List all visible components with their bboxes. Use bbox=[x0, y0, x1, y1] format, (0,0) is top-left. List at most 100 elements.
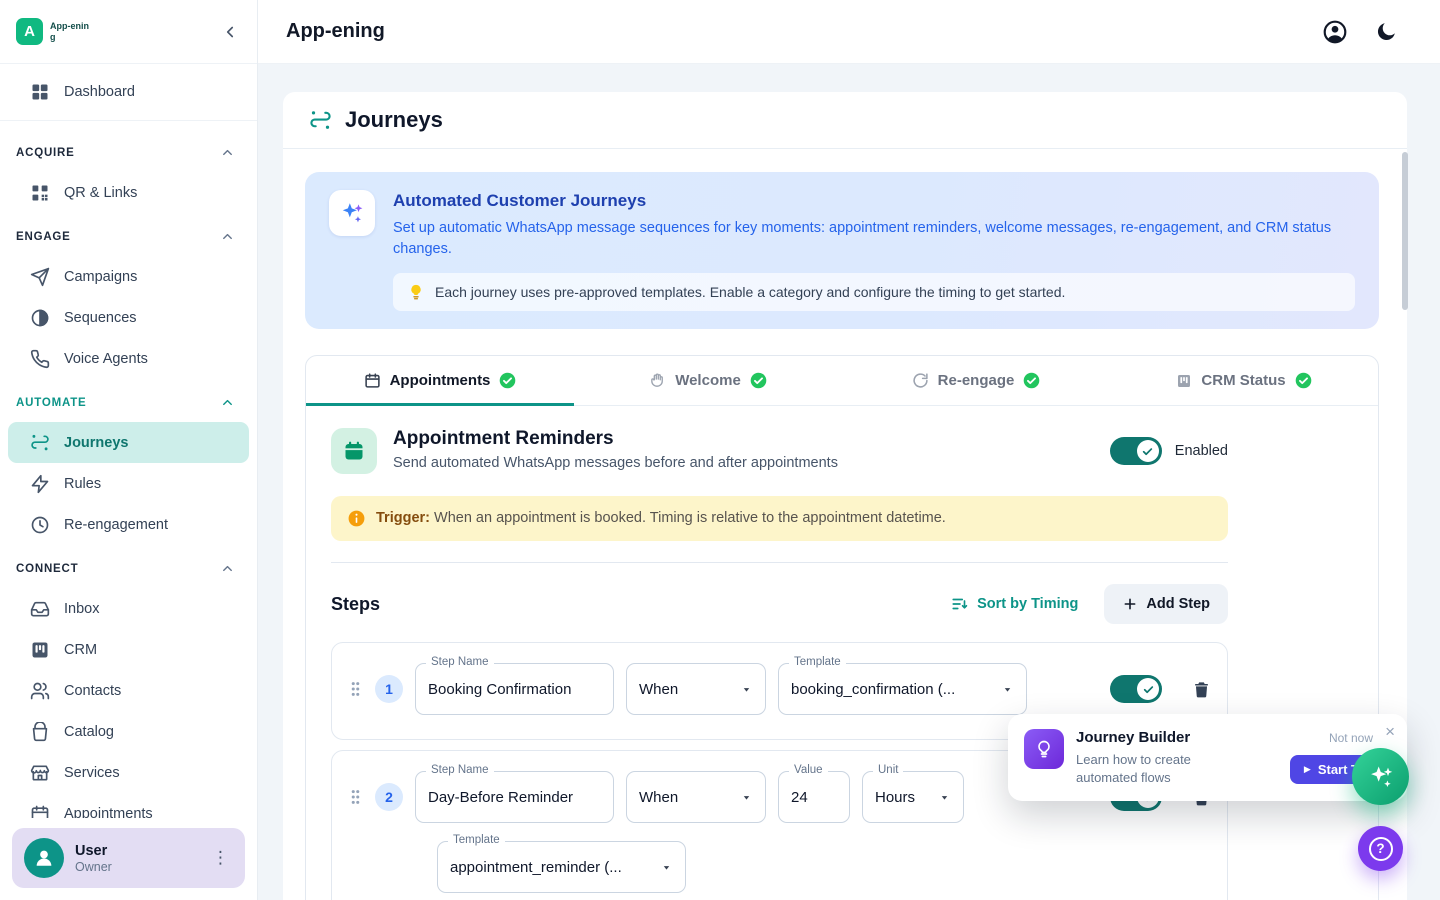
tab-appointments[interactable]: Appointments bbox=[306, 356, 574, 405]
value-input[interactable]: Value 24 bbox=[778, 771, 850, 823]
section-label: CONNECT bbox=[16, 563, 78, 575]
kebab-menu-icon[interactable]: ⋮ bbox=[208, 848, 233, 868]
banner-tip: Each journey uses pre-approved templates… bbox=[393, 273, 1355, 311]
sidebar-section-connect[interactable]: CONNECT bbox=[0, 545, 257, 588]
unit-value: Hours bbox=[875, 789, 915, 806]
tab-label: Welcome bbox=[675, 372, 741, 389]
chevron-down-icon bbox=[938, 791, 951, 804]
sidebar-item-catalog[interactable]: Catalog bbox=[0, 711, 257, 752]
sidebar-section-acquire[interactable]: ACQUIRE bbox=[0, 129, 257, 172]
check-badge-icon bbox=[750, 372, 767, 389]
template-value: booking_confirmation (... bbox=[791, 681, 955, 698]
sidebar-section-engage[interactable]: ENGAGE bbox=[0, 213, 257, 256]
sidebar-nav: Dashboard ACQUIRE QR & Links ENGAGE Camp… bbox=[0, 64, 257, 818]
toggle-check-icon bbox=[1137, 678, 1159, 700]
template-select[interactable]: Template appointment_reminder (... bbox=[437, 841, 686, 893]
category-tabs: Appointments Welcome bbox=[306, 356, 1378, 406]
lightbulb-icon bbox=[1024, 729, 1064, 769]
sidebar-item-contacts[interactable]: Contacts bbox=[0, 670, 257, 711]
lightbulb-icon bbox=[407, 283, 425, 301]
sidebar-item-sequences[interactable]: Sequences bbox=[0, 297, 257, 338]
field-label: Value bbox=[789, 764, 828, 776]
steps-heading: Steps bbox=[331, 594, 380, 615]
refresh-icon bbox=[912, 372, 929, 389]
enabled-toggle[interactable] bbox=[1110, 437, 1162, 465]
journey-builder-toast: × Journey Builder Learn how to create au… bbox=[1008, 714, 1407, 801]
sidebar-item-label: CRM bbox=[64, 642, 97, 658]
section-label: ENGAGE bbox=[16, 231, 71, 243]
toast-texts: Journey Builder Learn how to create auto… bbox=[1076, 729, 1236, 787]
sort-by-timing-button[interactable]: Sort by Timing bbox=[951, 595, 1078, 613]
enabled-label: Enabled bbox=[1175, 443, 1228, 459]
topbar: App-ening bbox=[258, 0, 1440, 64]
sidebar-item-label: Journeys bbox=[64, 435, 128, 451]
sidebar-item-dashboard[interactable]: Dashboard bbox=[0, 71, 257, 112]
sidebar-item-re-engagement[interactable]: Re-engagement bbox=[0, 504, 257, 545]
section-label: ACQUIRE bbox=[16, 147, 75, 159]
app-logo: A App-ening bbox=[16, 18, 90, 45]
sidebar-item-services[interactable]: Services bbox=[0, 752, 257, 793]
chevron-left-icon bbox=[221, 23, 239, 41]
sidebar-item-inbox[interactable]: Inbox bbox=[0, 588, 257, 629]
tab-label: Re-engage bbox=[938, 372, 1015, 389]
sidebar-collapse-button[interactable] bbox=[221, 23, 239, 41]
waving-hand-icon bbox=[649, 372, 666, 389]
tab-re-engage[interactable]: Re-engage bbox=[842, 356, 1110, 405]
step-name-input[interactable]: Step Name Booking Confirmation bbox=[415, 663, 614, 715]
sidebar-item-campaigns[interactable]: Campaigns bbox=[0, 256, 257, 297]
banner-content: Automated Customer Journeys Set up autom… bbox=[393, 190, 1355, 311]
step-enabled-toggle[interactable] bbox=[1110, 675, 1162, 703]
add-step-button[interactable]: Add Step bbox=[1104, 584, 1228, 624]
qr-code-icon bbox=[30, 183, 50, 203]
toggle-check-icon bbox=[1137, 440, 1159, 462]
journeys-route-icon bbox=[309, 109, 332, 132]
close-icon[interactable]: × bbox=[1385, 723, 1395, 740]
sidebar-section-automate[interactable]: AUTOMATE bbox=[0, 379, 257, 422]
user-role: Owner bbox=[75, 860, 112, 874]
drag-handle-icon[interactable] bbox=[348, 788, 363, 806]
sidebar-item-label: Campaigns bbox=[64, 269, 137, 285]
unit-select[interactable]: Unit Hours bbox=[862, 771, 964, 823]
page-header: Journeys bbox=[283, 92, 1407, 149]
app-logo-icon: A bbox=[16, 18, 43, 45]
sidebar-item-voice-agents[interactable]: Voice Agents bbox=[0, 338, 257, 379]
journey-categories-card: Appointments Welcome bbox=[305, 355, 1379, 900]
help-fab[interactable]: ? bbox=[1358, 826, 1403, 871]
chevron-down-icon bbox=[660, 861, 673, 874]
step-row: 1 Step Name Booking Confirmation When bbox=[348, 663, 1211, 715]
drag-handle-icon[interactable] bbox=[348, 680, 363, 698]
dark-mode-toggle[interactable] bbox=[1374, 20, 1398, 44]
not-now-link[interactable]: Not now bbox=[1329, 731, 1373, 745]
tab-welcome[interactable]: Welcome bbox=[574, 356, 842, 405]
plus-icon bbox=[1122, 596, 1138, 612]
scrollbar-thumb[interactable] bbox=[1402, 152, 1408, 310]
ai-assistant-fab[interactable] bbox=[1352, 748, 1409, 805]
sidebar-item-label: Appointments bbox=[64, 806, 153, 819]
user-card[interactable]: User Owner ⋮ bbox=[12, 828, 245, 888]
tab-crm-status[interactable]: CRM Status bbox=[1110, 356, 1378, 405]
category-subtitle: Send automated WhatsApp messages before … bbox=[393, 455, 838, 471]
appointments-panel: Appointment Reminders Send automated Wha… bbox=[306, 406, 1378, 900]
account-circle-icon bbox=[1322, 19, 1348, 45]
delete-step-icon[interactable] bbox=[1192, 680, 1211, 699]
sidebar-item-appointments[interactable]: Appointments bbox=[0, 793, 257, 818]
step-name-input[interactable]: Step Name Day-Before Reminder bbox=[415, 771, 614, 823]
section-label: AUTOMATE bbox=[16, 397, 87, 409]
trigger-description: When an appointment is booked. Timing is… bbox=[434, 510, 946, 526]
chevron-down-icon bbox=[740, 791, 753, 804]
add-step-label: Add Step bbox=[1146, 596, 1210, 612]
template-select[interactable]: Template booking_confirmation (... bbox=[778, 663, 1027, 715]
sidebar-item-qr-links[interactable]: QR & Links bbox=[0, 172, 257, 213]
sidebar-item-rules[interactable]: Rules bbox=[0, 463, 257, 504]
when-select[interactable]: When bbox=[626, 663, 766, 715]
account-button[interactable] bbox=[1322, 19, 1348, 45]
category-text: Appointment Reminders Send automated Wha… bbox=[393, 428, 838, 471]
banner-tip-text: Each journey uses pre-approved templates… bbox=[435, 284, 1065, 300]
when-select[interactable]: When bbox=[626, 771, 766, 823]
step-number-badge: 2 bbox=[375, 783, 403, 811]
sidebar-item-crm[interactable]: CRM bbox=[0, 629, 257, 670]
sort-label: Sort by Timing bbox=[977, 596, 1078, 612]
chevron-down-icon bbox=[1001, 683, 1014, 696]
field-label: Step Name bbox=[426, 656, 494, 668]
sidebar-item-journeys[interactable]: Journeys bbox=[8, 422, 249, 463]
